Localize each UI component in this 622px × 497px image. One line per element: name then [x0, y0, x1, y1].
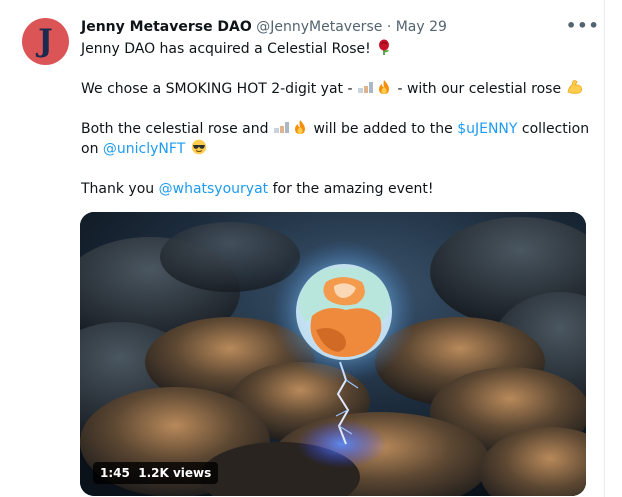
- video-views: 1.2K views: [138, 466, 212, 480]
- avatar-letter: J: [38, 23, 53, 59]
- video-stats-badge: 1:45 1.2K views: [93, 462, 219, 484]
- text-line-1: Jenny DAO has acquired a Celestial Rose!: [81, 41, 371, 57]
- fire-emoji: [378, 80, 389, 94]
- mention-whatsyouryat[interactable]: @whatsyouryat: [159, 181, 269, 197]
- display-name[interactable]: Jenny Metaverse DAO: [81, 19, 252, 35]
- mention-uniclynft[interactable]: @uniclyNFT: [103, 141, 185, 157]
- user-handle[interactable]: @JennyMetaverse: [256, 19, 382, 35]
- text-line-2b: - with our celestial rose: [397, 81, 562, 97]
- tweet-date[interactable]: May 29: [396, 19, 447, 35]
- separator: ·: [386, 19, 392, 35]
- tweet-header: Jenny Metaverse DAO @JennyMetaverse · Ma…: [81, 17, 447, 37]
- tweet[interactable]: J Jenny Metaverse DAO @JennyMetaverse · …: [0, 0, 605, 497]
- text-line-4: on: [81, 141, 99, 157]
- avatar[interactable]: J: [22, 18, 69, 65]
- video-duration: 1:45: [100, 466, 130, 480]
- video-player[interactable]: 1:45 1.2K views: [80, 212, 586, 496]
- rose-emoji: [379, 39, 390, 55]
- text-line-3c: collection: [521, 121, 590, 137]
- sunglasses-emoji: [191, 139, 206, 155]
- yat-emoji: [273, 122, 289, 133]
- video-thumbnail: [80, 212, 586, 496]
- fire-emoji: [294, 120, 305, 134]
- text-line-5b: for the amazing event!: [272, 181, 434, 197]
- text-line-5a: Thank you: [81, 181, 155, 197]
- more-horizontal-icon[interactable]: •••: [566, 16, 600, 35]
- yat-emoji: [357, 82, 373, 93]
- flexed-biceps-emoji: [567, 80, 582, 94]
- text-line-3a: Both the celestial rose and: [81, 121, 269, 137]
- text-line-2a: We chose a SMOKING HOT 2-digit yat -: [81, 81, 353, 97]
- text-line-3b: will be added to the: [313, 121, 453, 137]
- cashtag-link[interactable]: $uJENNY: [457, 121, 517, 137]
